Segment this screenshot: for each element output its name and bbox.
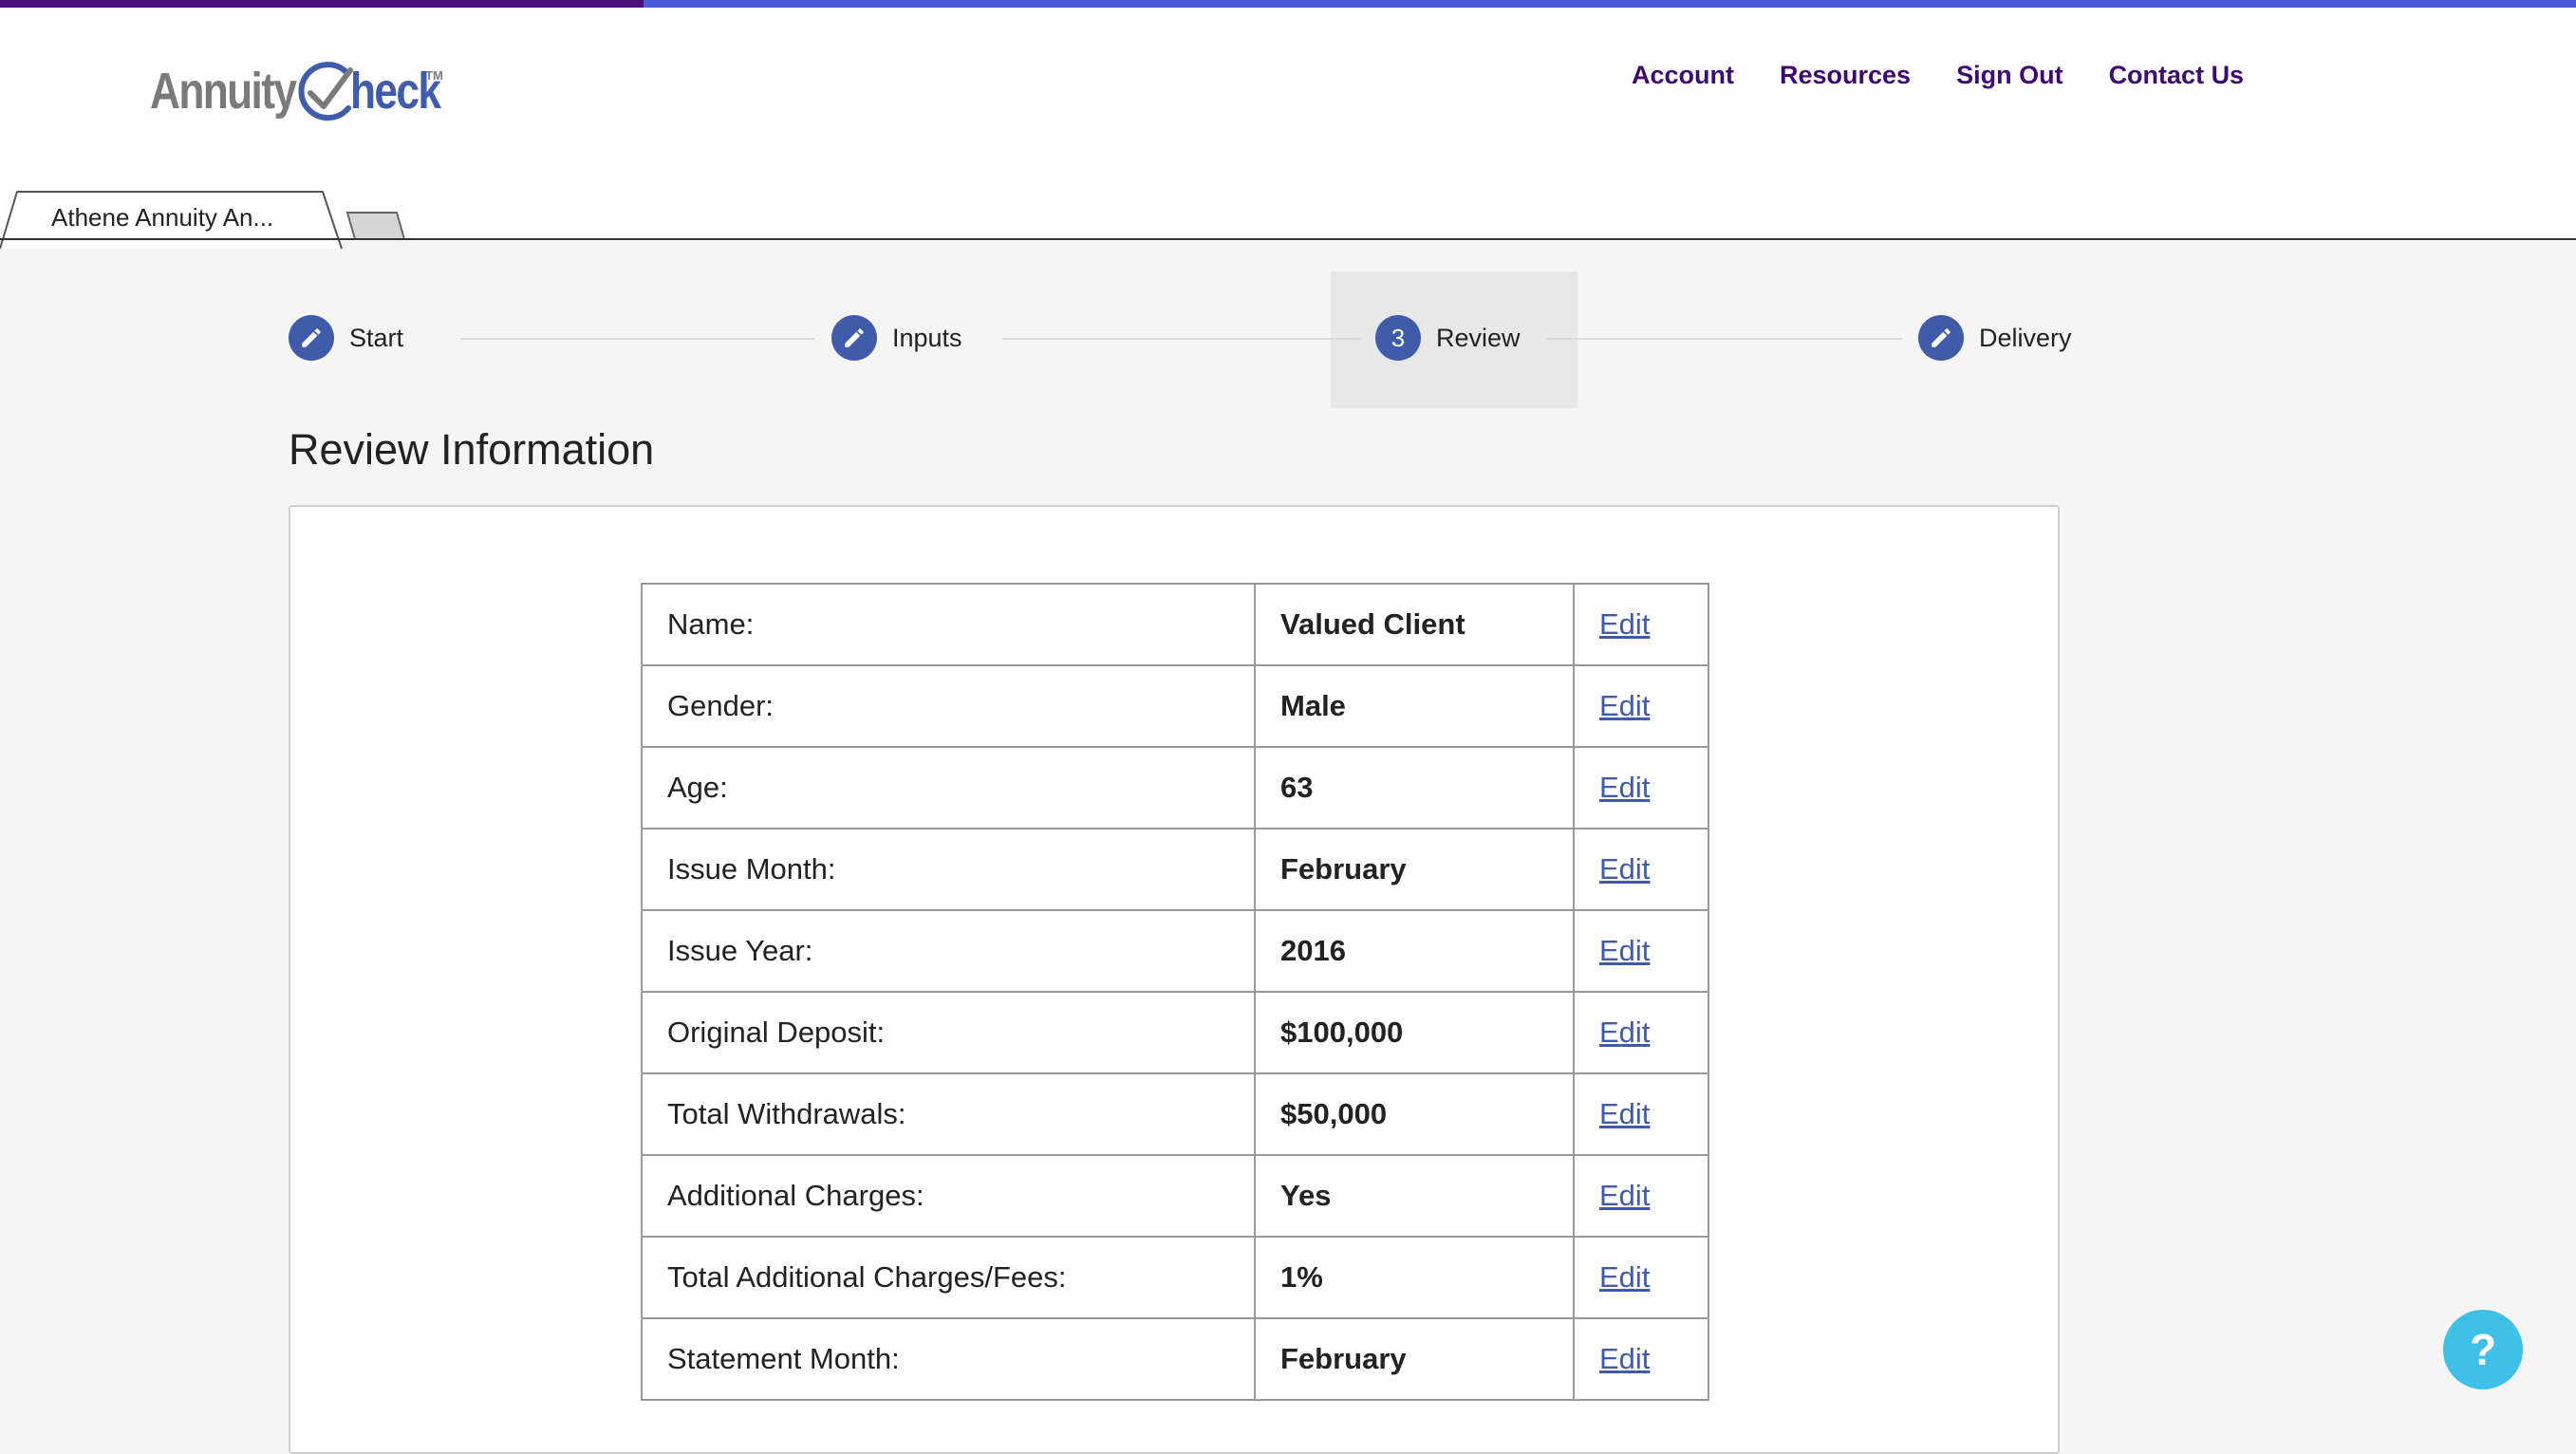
field-value: 2016 [1254, 909, 1575, 993]
table-row: Issue Year: 2016 Edit [641, 909, 1709, 993]
step-connector [1547, 338, 1902, 340]
field-label: Total Additional Charges/Fees: [641, 1236, 1256, 1319]
progress-stepper: Start Inputs 3 Review Delivery [0, 271, 2576, 408]
field-label: Statement Month: [641, 1317, 1256, 1401]
step-label: Start [349, 323, 404, 352]
edit-cell: Edit [1573, 1236, 1709, 1319]
table-row: Original Deposit: $100,000 Edit [641, 991, 1709, 1074]
step-label: Inputs [892, 323, 962, 352]
nav-resources-link[interactable]: Resources [1780, 61, 1911, 90]
logo-text-heck: heck [349, 63, 441, 120]
field-value: Male [1254, 664, 1575, 748]
top-accent-bar-right [644, 0, 2576, 8]
field-label: Original Deposit: [641, 991, 1256, 1074]
logo-check-group: heck TM [293, 59, 443, 123]
edit-cell: Edit [1573, 664, 1709, 748]
step-connector [461, 338, 814, 340]
step-review[interactable]: 3 Review [1375, 315, 1521, 361]
tab-athene-annuity[interactable]: Athene Annuity An... [51, 203, 308, 233]
edit-cell: Edit [1573, 991, 1709, 1074]
field-value: February [1254, 828, 1575, 911]
step-label: Review [1436, 323, 1521, 352]
field-label: Gender: [641, 664, 1256, 748]
edit-link[interactable]: Edit [1599, 934, 1650, 967]
pencil-icon [1932, 328, 1951, 347]
nav-contact-us-link[interactable]: Contact Us [2109, 61, 2245, 90]
edit-link[interactable]: Edit [1599, 1342, 1650, 1375]
field-label: Additional Charges: [641, 1154, 1256, 1238]
edit-cell: Edit [1573, 1072, 1709, 1156]
annuitycheck-logo[interactable]: Annuity heck TM [150, 53, 443, 129]
table-row: Age: 63 Edit [641, 746, 1709, 830]
field-value: February [1254, 1317, 1575, 1401]
table-row: Total Additional Charges/Fees: 1% Edit [641, 1236, 1709, 1319]
table-row: Statement Month: February Edit [641, 1317, 1709, 1401]
edit-link[interactable]: Edit [1599, 1179, 1650, 1212]
field-value: 63 [1254, 746, 1575, 830]
step-circle [831, 315, 877, 361]
edit-link[interactable]: Edit [1599, 1097, 1650, 1130]
step-circle [289, 315, 334, 361]
page-title: Review Information [289, 425, 655, 474]
edit-link[interactable]: Edit [1599, 607, 1650, 641]
table-row: Issue Month: February Edit [641, 828, 1709, 911]
edit-cell: Edit [1573, 1154, 1709, 1238]
help-button[interactable]: ? [2443, 1310, 2523, 1389]
site-header: Annuity heck TM Account Resources Sign O… [0, 8, 2576, 250]
field-value: Yes [1254, 1154, 1575, 1238]
top-accent-bar-left [0, 0, 644, 8]
table-row: Name: Valued Client Edit [641, 583, 1709, 666]
field-value: $50,000 [1254, 1072, 1575, 1156]
step-delivery[interactable]: Delivery [1918, 315, 2072, 361]
edit-link[interactable]: Edit [1599, 689, 1650, 722]
step-start[interactable]: Start [289, 315, 403, 361]
tabs-divider [0, 238, 2576, 240]
field-label: Age: [641, 746, 1256, 830]
field-label: Issue Month: [641, 828, 1256, 911]
edit-cell: Edit [1573, 828, 1709, 911]
field-value: $100,000 [1254, 991, 1575, 1074]
edit-cell: Edit [1573, 1317, 1709, 1401]
table-row: Additional Charges: Yes Edit [641, 1154, 1709, 1238]
nav-account-link[interactable]: Account [1632, 61, 1734, 90]
field-value: 1% [1254, 1236, 1575, 1319]
new-tab-icon[interactable] [345, 209, 406, 241]
edit-link[interactable]: Edit [1599, 852, 1650, 885]
edit-cell: Edit [1573, 746, 1709, 830]
step-label: Delivery [1979, 323, 2072, 352]
review-table: Name: Valued Client Edit Gender: Male Edit Age… [641, 583, 1709, 1401]
edit-cell: Edit [1573, 583, 1709, 666]
step-circle [1918, 315, 1964, 361]
step-inputs[interactable]: Inputs [831, 315, 962, 361]
top-accent-bar [0, 0, 2576, 8]
pencil-icon [302, 328, 321, 347]
logo-text-annuity: Annuity [150, 63, 297, 120]
edit-link[interactable]: Edit [1599, 771, 1650, 804]
edit-cell: Edit [1573, 909, 1709, 993]
nav-sign-out-link[interactable]: Sign Out [1956, 61, 2063, 90]
field-value: Valued Client [1254, 583, 1575, 666]
edit-link[interactable]: Edit [1599, 1260, 1650, 1294]
step-number-badge: 3 [1375, 315, 1421, 361]
edit-link[interactable]: Edit [1599, 1016, 1650, 1049]
step-connector [1002, 338, 1361, 340]
table-row: Total Withdrawals: $50,000 Edit [641, 1072, 1709, 1156]
pencil-icon [845, 328, 864, 347]
top-nav: Account Resources Sign Out Contact Us [1632, 61, 2244, 90]
checkmark-c-icon [298, 62, 353, 121]
field-label: Issue Year: [641, 909, 1256, 993]
field-label: Total Withdrawals: [641, 1072, 1256, 1156]
field-label: Name: [641, 583, 1256, 666]
table-row: Gender: Male Edit [641, 664, 1709, 748]
review-panel: Name: Valued Client Edit Gender: Male Edit Age… [289, 505, 2060, 1454]
